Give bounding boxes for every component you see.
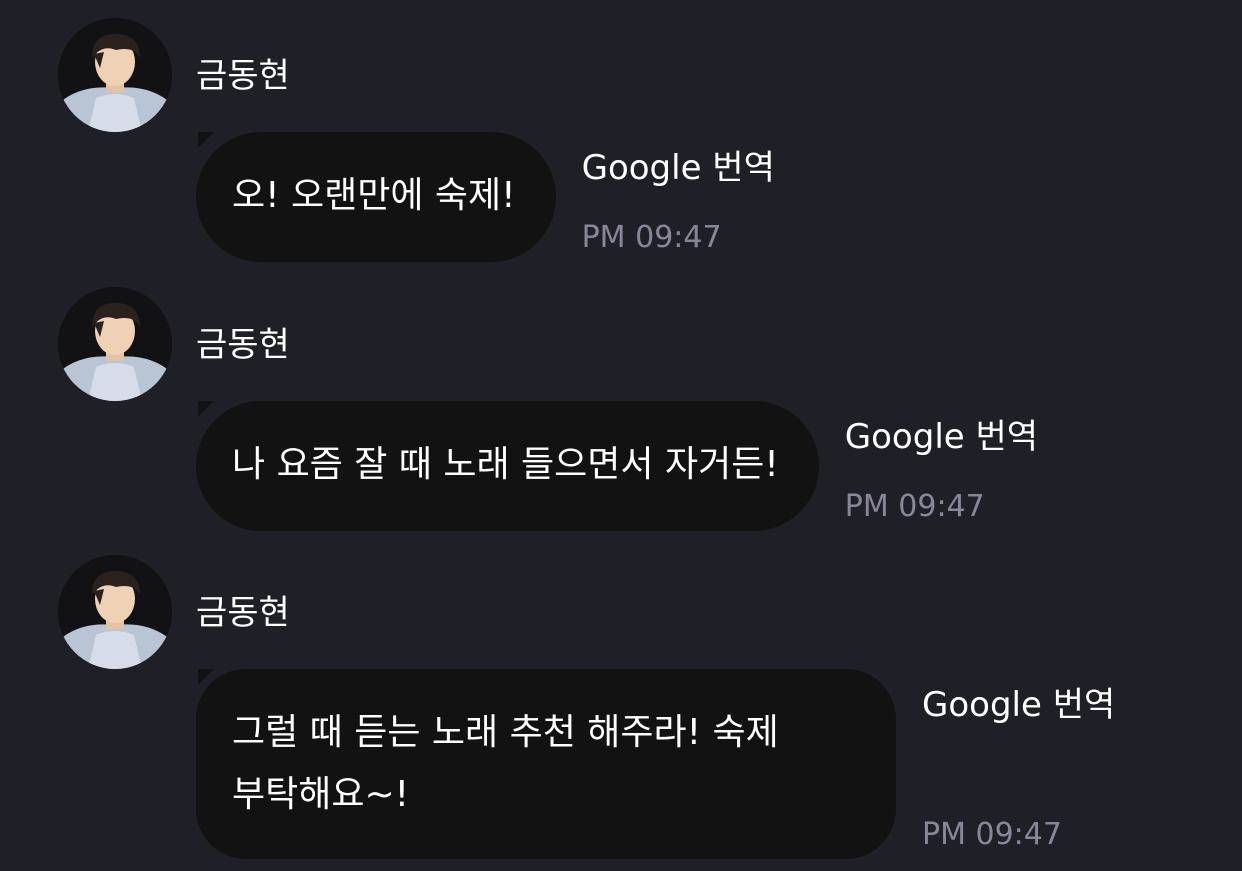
message-row: 그럴 때 듣는 노래 추천 해주라! 숙제 부탁해요~! Google 번역 P… xyxy=(196,669,1162,859)
message-bubble[interactable]: 나 요즘 잘 때 노래 들으면서 자거든! xyxy=(196,401,819,531)
avatar[interactable] xyxy=(58,18,172,132)
avatar[interactable] xyxy=(58,555,172,669)
message-bubble[interactable]: 오! 오랜만에 숙제! xyxy=(196,132,556,262)
message-item: 금동현 오! 오랜만에 숙제! Google 번역 PM 09:47 xyxy=(0,18,1242,268)
message-item: 금동현 그럴 때 듣는 노래 추천 해주라! 숙제 부탁해요~! Google … xyxy=(0,555,1242,871)
message-bubble[interactable]: 그럴 때 듣는 노래 추천 해주라! 숙제 부탁해요~! xyxy=(196,669,896,859)
sender-name: 금동현 xyxy=(196,325,290,365)
message-meta: Google 번역 PM 09:47 xyxy=(922,669,1162,859)
avatar[interactable] xyxy=(58,287,172,401)
message-meta: Google 번역 PM 09:47 xyxy=(845,401,1085,531)
message-row: 나 요즘 잘 때 노래 들으면서 자거든! Google 번역 PM 09:47 xyxy=(196,401,1085,531)
sender-name: 금동현 xyxy=(196,56,290,96)
google-translate-button[interactable]: Google 번역 xyxy=(845,417,1038,457)
sender-name: 금동현 xyxy=(196,593,290,633)
google-translate-button[interactable]: Google 번역 xyxy=(582,148,775,188)
chat-list: 금동현 오! 오랜만에 숙제! Google 번역 PM 09:47 금동현 나… xyxy=(0,0,1242,871)
message-timestamp: PM 09:47 xyxy=(844,489,985,524)
message-timestamp: PM 09:47 xyxy=(581,220,722,255)
message-row: 오! 오랜만에 숙제! Google 번역 PM 09:47 xyxy=(196,132,822,262)
message-meta: Google 번역 PM 09:47 xyxy=(582,132,822,262)
message-timestamp: PM 09:47 xyxy=(922,817,1062,852)
google-translate-button[interactable]: Google 번역 xyxy=(922,685,1115,725)
message-item: 금동현 나 요즘 잘 때 노래 들으면서 자거든! Google 번역 PM 0… xyxy=(0,287,1242,537)
